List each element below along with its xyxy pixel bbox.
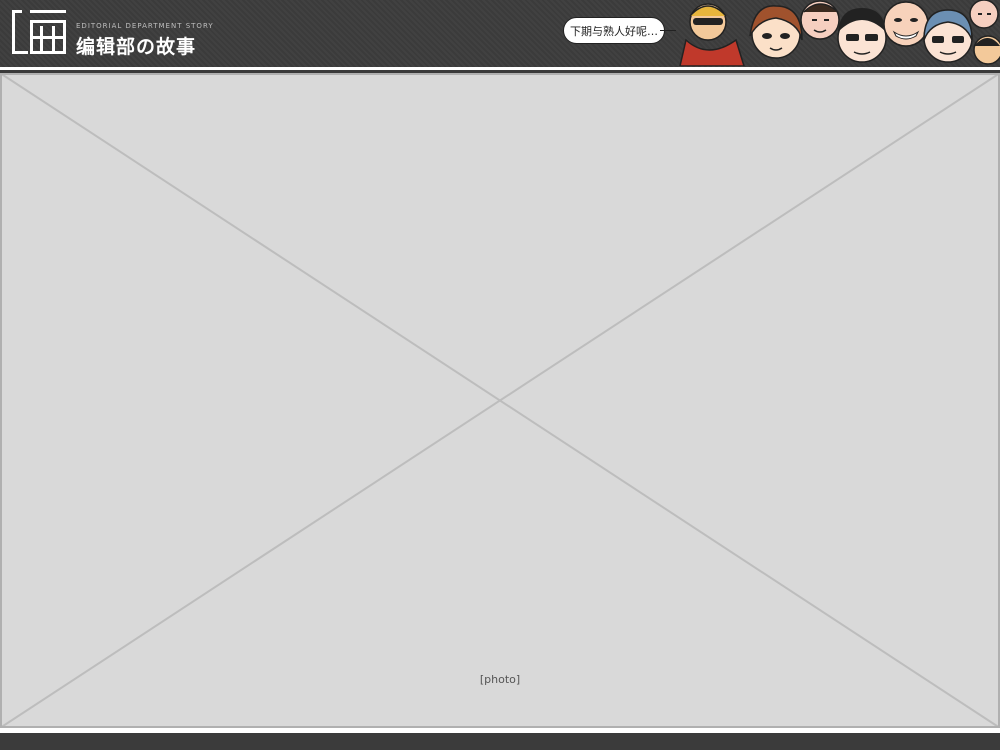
speech-bubble-tail: [660, 30, 676, 31]
cartoon-faces-banner: [678, 0, 1000, 67]
photo-frame: [photo]: [0, 73, 1000, 728]
site-header: EDITORIAL DEPARTMENT STORY 编辑部の故事 下期与熟人好…: [0, 0, 1000, 70]
photo-placeholder: [0, 73, 1000, 728]
edit-logo-icon[interactable]: [10, 6, 70, 58]
photo-label: [photo]: [479, 673, 521, 686]
cartoon-face-icon: [923, 9, 973, 63]
cartoon-face-icon: [883, 1, 929, 47]
cartoon-face-icon: [800, 0, 840, 40]
cartoon-face-icon: [969, 0, 1000, 65]
speech-bubble: 下期与熟人好呢…: [563, 17, 665, 44]
logo-mark: [12, 10, 66, 54]
site-footer: [0, 728, 1000, 750]
brand-subtitle: EDITORIAL DEPARTMENT STORY: [76, 22, 214, 30]
main-photo: [photo]: [0, 73, 1000, 728]
cartoon-face-icon: [679, 3, 746, 67]
cartoon-face-icon: [837, 8, 887, 63]
cartoon-face-icon: [749, 5, 803, 59]
brand-title[interactable]: 编辑部の故事: [76, 32, 196, 59]
